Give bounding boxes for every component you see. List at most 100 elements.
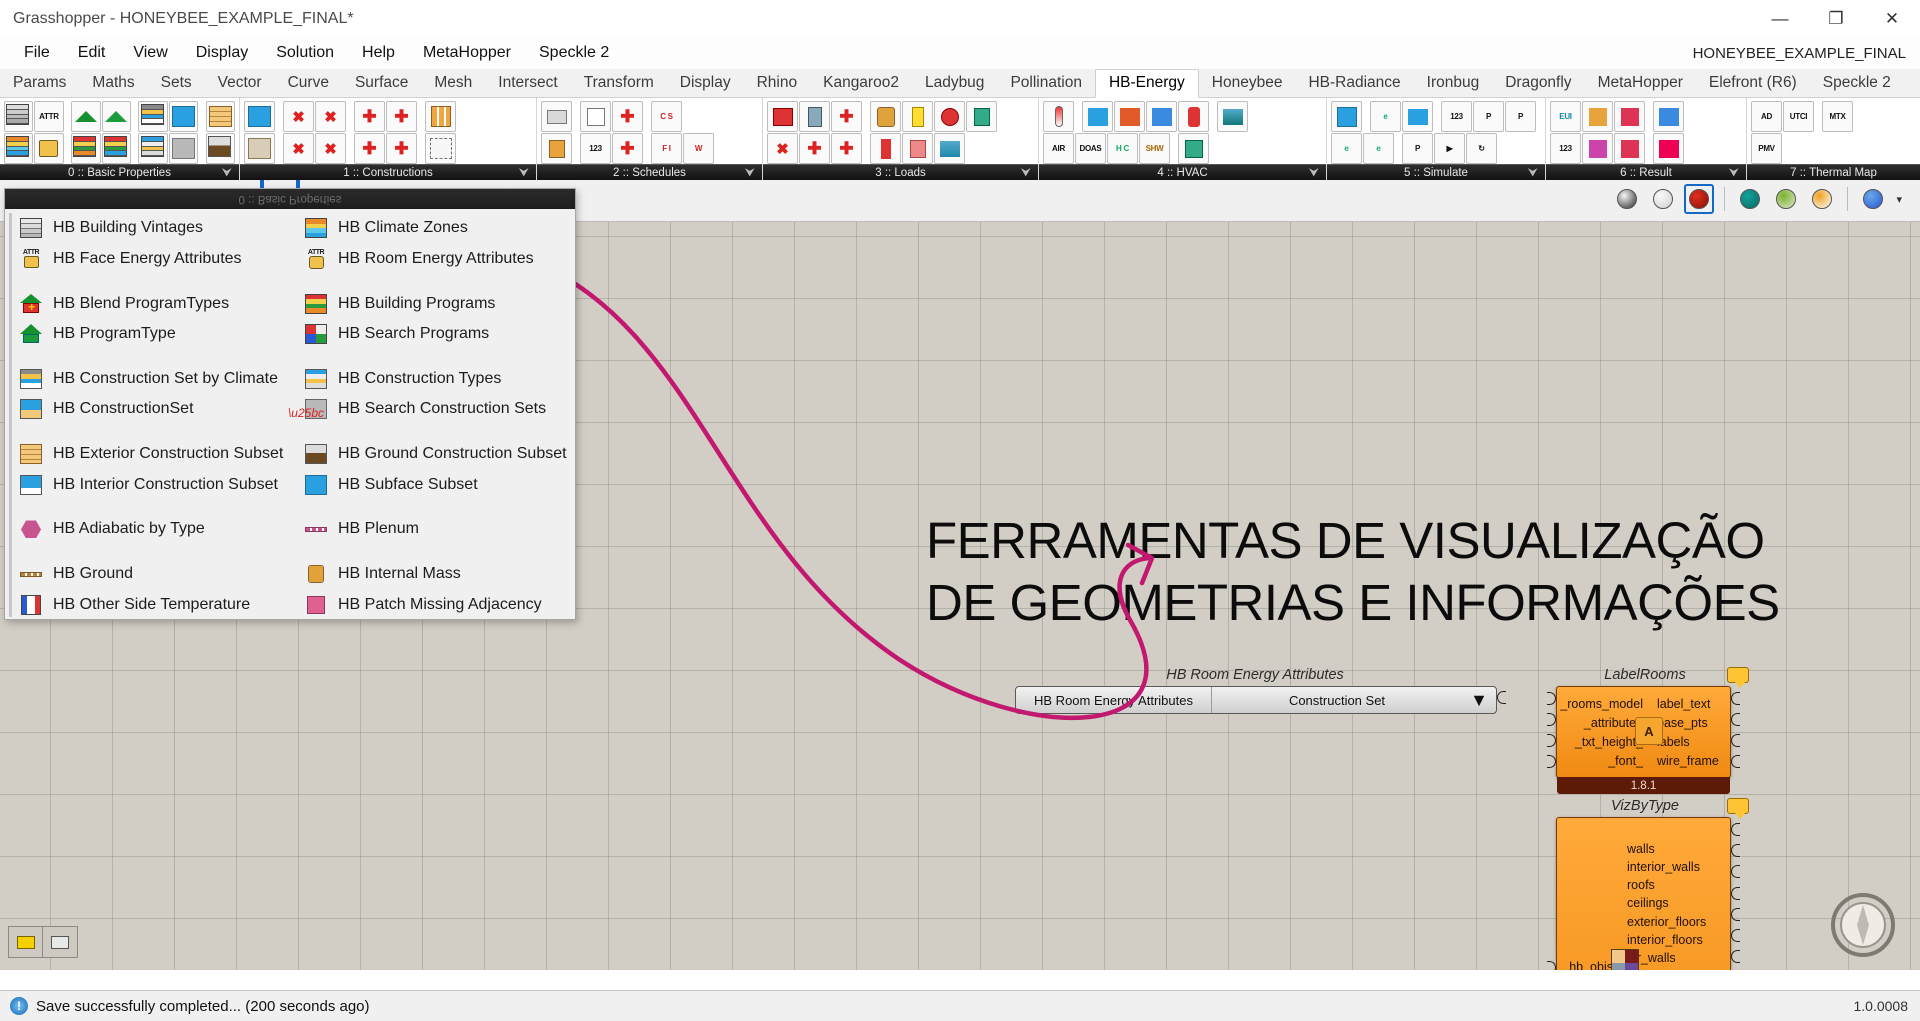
tab-hb-radiance[interactable]: HB-Radiance xyxy=(1295,70,1413,97)
tab-display[interactable]: Display xyxy=(667,70,744,97)
ribbon-icon-schedule-1[interactable] xyxy=(541,101,572,132)
ribbon-icon-hvac-8[interactable]: DOAS xyxy=(1075,133,1106,164)
port-nub[interactable] xyxy=(1731,886,1740,900)
ribbon-icon-constructionset[interactable] xyxy=(168,101,199,132)
ribbon-icon-schedule-9[interactable]: W xyxy=(683,133,714,164)
ribbon-icon-hvac-6[interactable] xyxy=(1217,101,1248,132)
tab-metahopper[interactable]: MetaHopper xyxy=(1585,70,1696,97)
dropdown-item-hb-construction-set-by-climate[interactable]: HB Construction Set by Climate xyxy=(5,364,290,395)
ribbon-icon-climate-zones[interactable] xyxy=(4,133,34,164)
menu-item-edit[interactable]: Edit xyxy=(64,40,120,66)
ribbon-icon-search-programs[interactable] xyxy=(101,133,131,164)
component-dropdown-panel[interactable]: 0 :: Basic Properties HB Building Vintag… xyxy=(4,188,576,620)
ribbon-icon-sim-2[interactable]: e xyxy=(1370,101,1401,132)
label-rooms-output-port-wire_frame[interactable]: wire_frame xyxy=(1657,754,1719,768)
ribbon-icon-load-6[interactable] xyxy=(934,101,965,132)
ribbon-icon-load-11[interactable] xyxy=(870,133,901,164)
ribbon-icon-hvac-2[interactable] xyxy=(1082,101,1113,132)
tab-intersect[interactable]: Intersect xyxy=(485,70,570,97)
ribbon-icon-construction-5[interactable]: ✚ xyxy=(386,101,417,132)
ribbon-icon-schedule-5[interactable] xyxy=(541,133,572,164)
ribbon-icon-schedule-6[interactable]: 123 xyxy=(580,133,611,164)
dropdown-scrollbar[interactable] xyxy=(9,213,12,617)
ribbon-icon-thermal-2[interactable]: UTCI xyxy=(1783,101,1814,132)
ribbon-icon-construction-7[interactable] xyxy=(244,133,275,164)
label-rooms-balloon-icon[interactable] xyxy=(1727,667,1749,688)
tab-ladybug[interactable]: Ladybug xyxy=(912,70,997,97)
ribbon-icon-construction-set-by-climate[interactable] xyxy=(138,101,168,132)
ribbon-group-label-2[interactable]: 2 :: Schedules ⮟ xyxy=(537,164,762,180)
ribbon-icon-face-energy-attributes[interactable]: ATTR xyxy=(34,101,64,132)
dropdown-item-hb-building-vintages[interactable]: HB Building Vintages xyxy=(5,213,290,244)
dropdown-item-hb-climate-zones[interactable]: HB Climate Zones xyxy=(290,213,575,244)
port-nub[interactable] xyxy=(1731,950,1740,964)
ribbon-icon-construction-8[interactable]: ✖ xyxy=(283,133,314,164)
ribbon-icon-hvac-4[interactable] xyxy=(1146,101,1177,132)
ribbon-group-label-7[interactable]: 7 :: Thermal Map xyxy=(1747,164,1920,180)
chevron-down-icon-6[interactable]: ⮟ xyxy=(1729,165,1739,180)
port-nub[interactable] xyxy=(1731,755,1740,768)
port-nub[interactable] xyxy=(1731,713,1740,726)
output-nub-attribute[interactable] xyxy=(1497,691,1506,704)
label-rooms-input-port-_rooms_model[interactable]: _rooms_model xyxy=(1560,697,1643,711)
ribbon-icon-ground-construction-subset[interactable] xyxy=(205,133,235,164)
display-mode-xray-icon[interactable] xyxy=(1807,184,1837,214)
tab-transform[interactable]: Transform xyxy=(571,70,667,97)
tab-rhino[interactable]: Rhino xyxy=(744,70,811,97)
ribbon-icon-hvac-7[interactable]: AIR xyxy=(1043,133,1074,164)
ribbon-icon-schedule-4[interactable]: C S xyxy=(651,101,682,132)
ribbon-icon-hvac-9[interactable]: H C xyxy=(1107,133,1138,164)
display-mode-arctic-icon[interactable] xyxy=(1735,184,1765,214)
ribbon-icon-building-programs[interactable] xyxy=(71,133,101,164)
menu-item-view[interactable]: View xyxy=(119,40,181,66)
menu-item-solution[interactable]: Solution xyxy=(262,40,348,66)
ribbon-icon-construction-12[interactable] xyxy=(425,133,456,164)
dropdown-item-hb-constructionset[interactable]: HB ConstructionSet xyxy=(5,394,290,425)
menu-item-metahopper[interactable]: MetaHopper xyxy=(409,40,525,66)
ribbon-group-label-0[interactable]: 0 :: Basic Properties ⮟ xyxy=(0,164,239,180)
tab-honeybee[interactable]: Honeybee xyxy=(1199,70,1296,97)
port-nub[interactable] xyxy=(1731,865,1740,879)
ribbon-icon-sim-3[interactable] xyxy=(1402,101,1433,132)
ribbon-icon-load-12[interactable] xyxy=(902,133,933,164)
display-mode-rendered-icon[interactable] xyxy=(1684,184,1715,214)
maximize-button[interactable]: ❐ xyxy=(1808,0,1864,37)
dropdown-item-hb-programtype[interactable]: HB ProgramType xyxy=(5,319,290,350)
ribbon-icon-construction-11[interactable]: ✚ xyxy=(386,133,417,164)
port-nub[interactable] xyxy=(1731,928,1740,942)
viz-by-type-output-port-ceilings[interactable]: ceilings xyxy=(1627,896,1669,910)
dropdown-item-hb-interior-construction-subset[interactable]: HB Interior Construction Subset xyxy=(5,469,290,500)
ribbon-icon-sim-9[interactable]: P xyxy=(1402,133,1433,164)
ribbon-icon-hvac-3[interactable] xyxy=(1114,101,1145,132)
ribbon-icon-hvac-11[interactable] xyxy=(1178,133,1209,164)
ribbon-icon-load-7[interactable] xyxy=(966,101,997,132)
navigation-compass-icon[interactable] xyxy=(1828,890,1898,960)
label-rooms-input-port-_txt_height_[interactable]: _txt_height_ xyxy=(1575,735,1643,749)
ribbon-icon-blend-programtypes[interactable] xyxy=(71,101,101,132)
dropdown-item-hb-construction-types[interactable]: HB Construction Types xyxy=(290,364,575,395)
dropdown-item-hb-plenum[interactable]: HB Plenum xyxy=(290,514,575,545)
ribbon-icon-schedule-3[interactable]: ✚ xyxy=(612,101,643,132)
dropdown-item-hb-building-programs[interactable]: HB Building Programs xyxy=(290,288,575,319)
tab-kangaroo2[interactable]: Kangaroo2 xyxy=(810,70,912,97)
ribbon-icon-room-energy-attributes[interactable] xyxy=(34,133,64,164)
ribbon-icon-schedule-7[interactable]: ✚ xyxy=(612,133,643,164)
display-mode-wireframe-icon[interactable] xyxy=(1612,184,1642,214)
ribbon-icon-construction-2[interactable]: ✖ xyxy=(283,101,314,132)
ribbon-icon-sim-10[interactable]: ▶ xyxy=(1434,133,1465,164)
ribbon-group-label-4[interactable]: 4 :: HVAC ⮟ xyxy=(1039,164,1326,180)
dropdown-item-hb-face-energy-attributes[interactable]: ATTR HB Face Energy Attributes xyxy=(5,244,290,275)
ribbon-icon-construction-types[interactable] xyxy=(138,133,168,164)
viz-by-type-output-port-walls[interactable]: walls xyxy=(1627,842,1655,856)
chevron-down-icon-4[interactable]: ⮟ xyxy=(1309,165,1319,180)
ribbon-icon-sim-7[interactable]: e xyxy=(1331,133,1362,164)
ribbon-icon-exterior-construction-subset[interactable] xyxy=(205,101,235,132)
viz-by-type-output-port-interior_walls[interactable]: interior_walls xyxy=(1627,860,1700,874)
tab-speckle-2[interactable]: Speckle 2 xyxy=(1810,70,1904,97)
ribbon-icon-result-1[interactable]: EUI xyxy=(1550,101,1581,132)
port-nub[interactable] xyxy=(1731,844,1740,858)
viz-by-type-output-port-roofs[interactable]: roofs xyxy=(1627,878,1655,892)
chevron-down-icon-3[interactable]: ⮟ xyxy=(1021,165,1031,180)
ribbon-icon-schedule-2[interactable] xyxy=(580,101,611,132)
ribbon-icon-load-4[interactable] xyxy=(870,101,901,132)
